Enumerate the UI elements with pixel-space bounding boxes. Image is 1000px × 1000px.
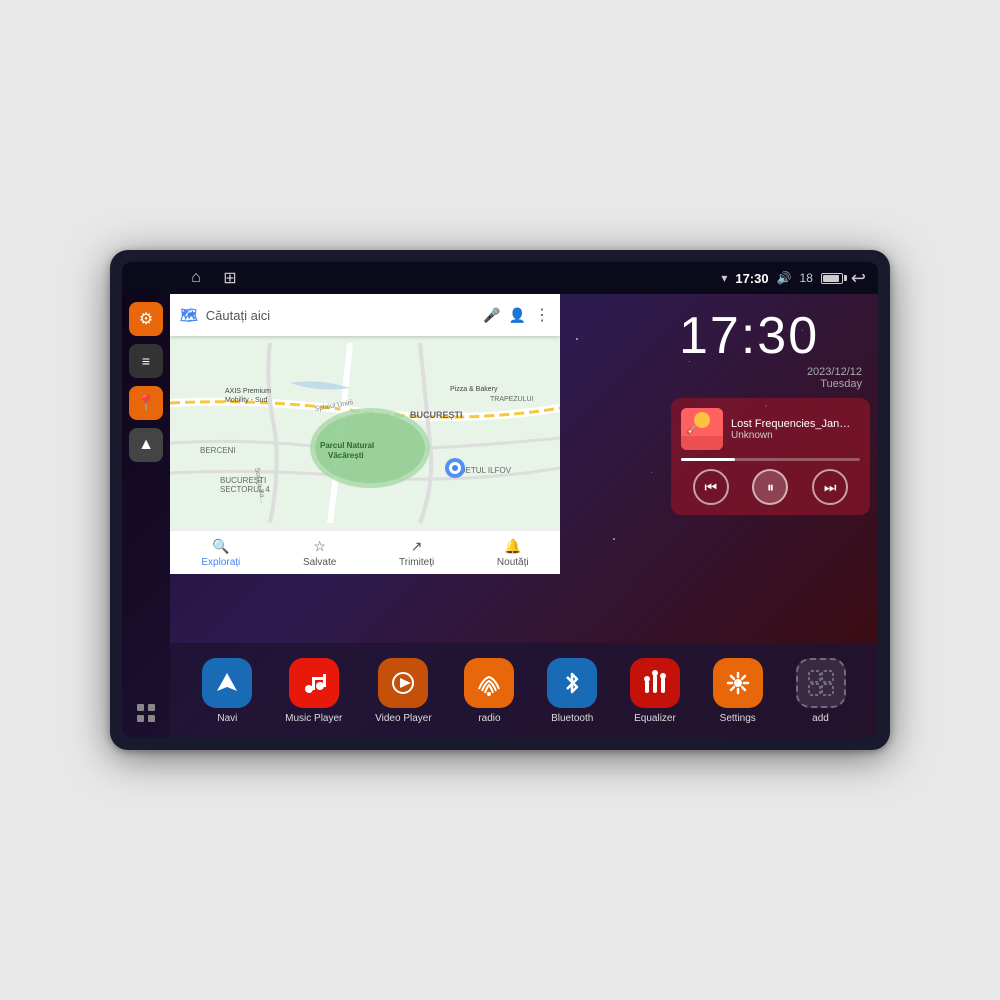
svg-text:Mobility - Sud: Mobility - Sud [225, 397, 268, 404]
map-saved-btn[interactable]: ☆ Salvate [303, 538, 336, 568]
main-content: ⚙ ≡ 📍 ▲ [122, 294, 878, 738]
sidebar-nav-icon[interactable]: ▲ [129, 428, 163, 462]
map-search-bar: 🗺 Căutați aici 🎤 👤 ⋮ [170, 294, 560, 336]
map-news-btn[interactable]: 🔔 Noutăți [497, 538, 529, 568]
navi-icon [202, 658, 252, 708]
svg-text:BUCUREȘTI: BUCUREȘTI [410, 410, 463, 420]
album-art: 🎸 [681, 408, 723, 450]
svg-text:🎸: 🎸 [686, 425, 696, 435]
music-player-card: 🎸 Lost Frequencies_Janie... Unknown [671, 398, 870, 515]
map-container[interactable]: 🗺 Căutați aici 🎤 👤 ⋮ [170, 294, 560, 574]
sidebar: ⚙ ≡ 📍 ▲ [122, 294, 170, 738]
home-icon[interactable]: ⌂ [184, 266, 208, 290]
map-share-btn[interactable]: ↗ Trimiteți [399, 538, 434, 568]
music-player-icon [289, 658, 339, 708]
battery-icon [821, 273, 843, 284]
clock-time: 17:30 [679, 310, 819, 362]
music-controls: ⏮ ⏸ ⏭ [681, 469, 860, 505]
progress-bar[interactable] [681, 458, 860, 461]
svg-text:BERCENI: BERCENI [200, 446, 236, 455]
app-video-player[interactable]: Video Player [375, 658, 432, 724]
music-info-row: 🎸 Lost Frequencies_Janie... Unknown [681, 408, 860, 450]
app-radio[interactable]: radio [464, 658, 514, 724]
status-time: 17:30 [735, 271, 768, 286]
settings-icon [713, 658, 763, 708]
battery-number: 18 [800, 271, 813, 285]
progress-fill [681, 458, 735, 461]
apps-grid-icon[interactable]: ⊞ [218, 266, 242, 290]
song-title: Lost Frequencies_Janie... [731, 418, 851, 430]
app-add[interactable]: add [796, 658, 846, 724]
equalizer-icon [630, 658, 680, 708]
map-view[interactable]: AXIS Premium Mobility - Sud Pizza & Bake… [170, 336, 560, 530]
mic-icon[interactable]: 🎤 [483, 307, 500, 324]
equalizer-label: Equalizer [634, 713, 676, 724]
add-label: add [812, 713, 829, 724]
back-icon[interactable]: ↩ [851, 268, 866, 289]
song-artist: Unknown [731, 430, 860, 441]
svg-text:Parcul Natural: Parcul Natural [320, 441, 374, 450]
map-explore-btn[interactable]: 🔍 Explorați [201, 538, 240, 568]
app-settings[interactable]: Settings [713, 658, 763, 724]
map-search-input[interactable]: Căutați aici [206, 308, 475, 323]
settings-label: Settings [720, 713, 756, 724]
sidebar-grid-icon[interactable] [129, 696, 163, 730]
wifi-icon: ▾ [721, 271, 727, 285]
sidebar-settings-icon[interactable]: ⚙ [129, 302, 163, 336]
add-icon [796, 658, 846, 708]
music-text: Lost Frequencies_Janie... Unknown [731, 418, 860, 441]
app-bluetooth[interactable]: Bluetooth [547, 658, 597, 724]
clock-section: 17:30 2023/12/12 Tuesday [663, 294, 878, 398]
next-button[interactable]: ⏭ [812, 469, 848, 505]
svg-text:Văcărești: Văcărești [328, 451, 364, 460]
app-dock: Navi Music Player [170, 643, 878, 738]
sidebar-location-icon[interactable]: 📍 [129, 386, 163, 420]
svg-text:AXIS Premium: AXIS Premium [225, 388, 271, 395]
app-equalizer[interactable]: Equalizer [630, 658, 680, 724]
radio-icon [464, 658, 514, 708]
volume-icon: 🔊 [777, 271, 792, 285]
sidebar-menu-icon[interactable]: ≡ [129, 344, 163, 378]
google-maps-logo: 🗺 [180, 307, 198, 324]
radio-label: radio [478, 713, 500, 724]
prev-button[interactable]: ⏮ [693, 469, 729, 505]
account-icon[interactable]: 👤 [509, 307, 526, 324]
status-bar: ⌂ ⊞ ▾ 17:30 🔊 18 ↩ [122, 262, 878, 294]
music-player-label: Music Player [285, 713, 342, 724]
clock-date: 2023/12/12 Tuesday [679, 366, 862, 390]
svg-text:Pizza & Bakery: Pizza & Bakery [450, 386, 498, 393]
app-music-player[interactable]: Music Player [285, 658, 342, 724]
screen: ⌂ ⊞ ▾ 17:30 🔊 18 ↩ [122, 262, 878, 738]
navi-label: Navi [217, 713, 237, 724]
map-bottom-bar: 🔍 Explorați ☆ Salvate ↗ Trimiteți 🔔 Nout… [170, 530, 560, 574]
svg-text:TRAPEZULUI: TRAPEZULUI [490, 396, 534, 403]
bluetooth-label: Bluetooth [551, 713, 593, 724]
bluetooth-icon [547, 658, 597, 708]
more-options-icon[interactable]: ⋮ [534, 305, 550, 325]
play-pause-button[interactable]: ⏸ [752, 469, 788, 505]
video-player-label: Video Player [375, 713, 432, 724]
video-player-icon [378, 658, 428, 708]
car-head-unit: ⌂ ⊞ ▾ 17:30 🔊 18 ↩ [110, 250, 890, 750]
app-navi[interactable]: Navi [202, 658, 252, 724]
